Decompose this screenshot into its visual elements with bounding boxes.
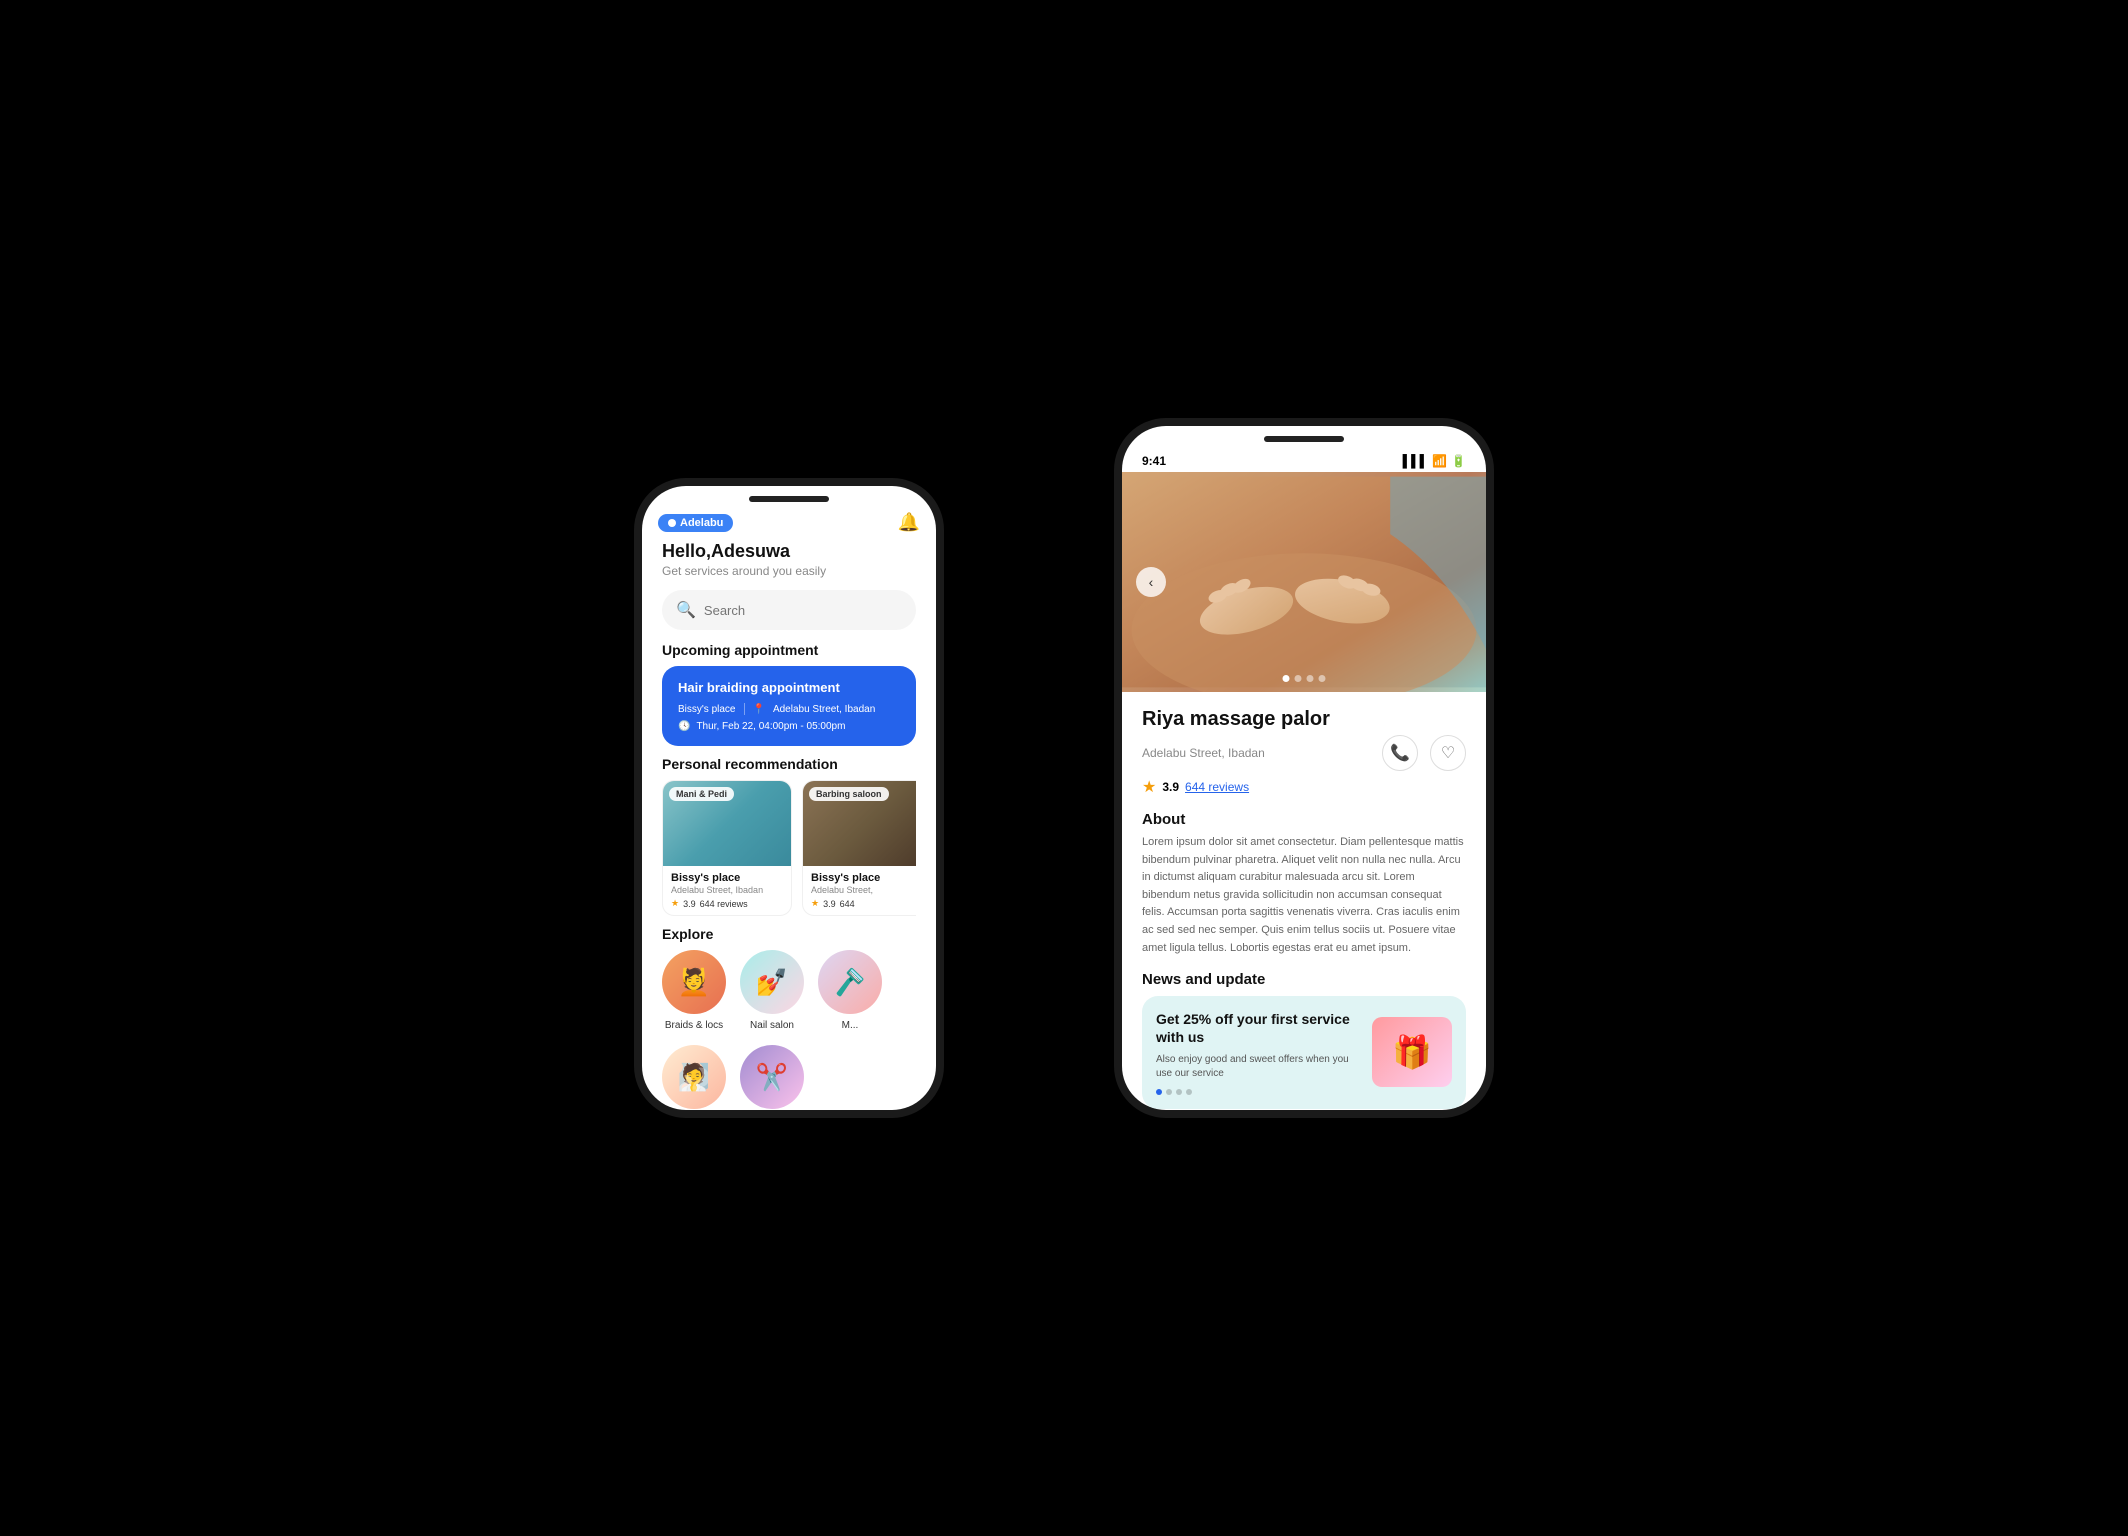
rec-tag-1: Mani & Pedi bbox=[669, 787, 734, 801]
news-sub: Also enjoy good and sweet offers when yo… bbox=[1156, 1053, 1362, 1081]
rec-rating-1: ★ 3.9 644 reviews bbox=[671, 898, 783, 909]
clock-icon: 🕓 bbox=[678, 721, 690, 732]
appointment-card[interactable]: Hair braiding appointment Bissy's place … bbox=[662, 666, 916, 746]
favorite-button[interactable]: ♡ bbox=[1430, 735, 1466, 771]
rating-row: ★ 3.9 644 reviews bbox=[1142, 777, 1466, 797]
news-section: News and update Get 25% off your first s… bbox=[1142, 971, 1466, 1108]
hero-svg bbox=[1122, 472, 1486, 692]
explore-row-2: 🧖 ✂️ bbox=[662, 1045, 916, 1109]
rec-card-2[interactable]: Barbing saloon Bissy's place Adelabu Str… bbox=[802, 780, 916, 916]
status-bar-left: Adelabu 🔔 bbox=[642, 506, 936, 537]
business-name: Riya massage palor bbox=[1142, 708, 1466, 731]
rec-name-1: Bissy's place bbox=[671, 872, 783, 884]
dot-2 bbox=[1295, 675, 1302, 682]
star-icon-2: ★ bbox=[811, 898, 819, 909]
explore-item-braids[interactable]: 💆 Braids & locs bbox=[662, 950, 726, 1031]
star-icon-1: ★ bbox=[671, 898, 679, 909]
rec-info-1: Bissy's place Adelabu Street, Ibadan ★ 3… bbox=[663, 866, 791, 915]
rec-img-1: Mani & Pedi bbox=[663, 781, 791, 866]
explore-label-braids: Braids & locs bbox=[665, 1020, 723, 1031]
left-screen: Hello,Adesuwa Get services around you ea… bbox=[642, 537, 936, 1110]
appt-meta: Bissy's place 📍 Adelabu Street, Ibadan bbox=[678, 703, 900, 715]
appt-place: Bissy's place bbox=[678, 704, 736, 715]
search-icon: 🔍 bbox=[676, 600, 696, 620]
notification-icon[interactable]: 🔔 bbox=[898, 512, 920, 533]
right-screen: ‹ Riya massage palor Adelabu Street, Iba… bbox=[1122, 472, 1486, 1110]
search-input[interactable] bbox=[704, 603, 902, 618]
news-dot-1 bbox=[1156, 1089, 1162, 1095]
news-image: 🎁 bbox=[1372, 1017, 1452, 1087]
recommendation-title: Personal recommendation bbox=[662, 756, 916, 772]
explore-circle-5: ✂️ bbox=[740, 1045, 804, 1109]
news-dot-4 bbox=[1186, 1089, 1192, 1095]
upcoming-section-title: Upcoming appointment bbox=[662, 642, 916, 658]
wifi-icon: 📶 bbox=[1432, 454, 1447, 468]
status-time: 9:41 bbox=[1142, 454, 1166, 468]
back-button[interactable]: ‹ bbox=[1136, 567, 1166, 597]
rec-address-1: Adelabu Street, Ibadan bbox=[671, 885, 783, 895]
rec-card-1[interactable]: Mani & Pedi Bissy's place Adelabu Street… bbox=[662, 780, 792, 916]
location-icon-appt: 📍 bbox=[753, 704, 765, 715]
news-dot-2 bbox=[1166, 1089, 1172, 1095]
dot-4 bbox=[1319, 675, 1326, 682]
rec-info-2: Bissy's place Adelabu Street, ★ 3.9 644 bbox=[803, 866, 916, 915]
rating-num: 3.9 bbox=[1162, 780, 1179, 794]
explore-row: 💆 Braids & locs 💅 Nail salon 🪒 M... bbox=[662, 950, 916, 1031]
explore-label-nail: Nail salon bbox=[750, 1020, 794, 1031]
greeting-name: Hello,Adesuwa bbox=[662, 541, 916, 562]
news-dot-3 bbox=[1176, 1089, 1182, 1095]
detail-row: Adelabu Street, Ibadan 📞 ♡ bbox=[1142, 735, 1466, 771]
about-text: Lorem ipsum dolor sit amet consectetur. … bbox=[1142, 834, 1466, 957]
news-card[interactable]: Get 25% off your first service with us A… bbox=[1142, 996, 1466, 1108]
location-label: Adelabu bbox=[680, 517, 723, 529]
left-phone: Adelabu 🔔 Hello,Adesuwa Get services aro… bbox=[634, 478, 944, 1118]
explore-item-5[interactable]: ✂️ bbox=[740, 1045, 804, 1109]
detail-content: Riya massage palor Adelabu Street, Ibada… bbox=[1122, 692, 1486, 1110]
signal-icon: ▌▌▌ bbox=[1403, 454, 1429, 468]
about-title: About bbox=[1142, 811, 1466, 828]
explore-circle-braids: 💆 bbox=[662, 950, 726, 1014]
explore-item-4[interactable]: 🧖 bbox=[662, 1045, 726, 1109]
right-phone: 9:41 ▌▌▌ 📶 🔋 bbox=[1114, 418, 1494, 1118]
search-bar[interactable]: 🔍 bbox=[662, 590, 916, 630]
hero-image: ‹ bbox=[1122, 472, 1486, 692]
news-dots bbox=[1156, 1089, 1362, 1095]
location-pill[interactable]: Adelabu bbox=[658, 514, 733, 532]
star-icon-main: ★ bbox=[1142, 777, 1156, 797]
explore-circle-more: 🪒 bbox=[818, 950, 882, 1014]
rec-tag-2: Barbing saloon bbox=[809, 787, 889, 801]
dot-3 bbox=[1307, 675, 1314, 682]
rec-img-2: Barbing saloon bbox=[803, 781, 916, 866]
status-icons: ▌▌▌ 📶 🔋 bbox=[1403, 454, 1466, 468]
rec-name-2: Bissy's place bbox=[811, 872, 916, 884]
explore-title: Explore bbox=[662, 926, 916, 942]
recommendation-row: Mani & Pedi Bissy's place Adelabu Street… bbox=[662, 780, 916, 916]
appt-address: Adelabu Street, Ibadan bbox=[773, 704, 875, 715]
appt-title: Hair braiding appointment bbox=[678, 680, 900, 695]
news-headline: Get 25% off your first service with us bbox=[1156, 1010, 1362, 1046]
status-bar-right: 9:41 ▌▌▌ 📶 🔋 bbox=[1122, 446, 1486, 472]
explore-label-more: M... bbox=[842, 1020, 859, 1031]
explore-item-nail[interactable]: 💅 Nail salon bbox=[740, 950, 804, 1031]
phone-button[interactable]: 📞 bbox=[1382, 735, 1418, 771]
reviews-link[interactable]: 644 reviews bbox=[1185, 780, 1249, 794]
greeting-sub: Get services around you easily bbox=[662, 564, 916, 578]
explore-circle-nail: 💅 bbox=[740, 950, 804, 1014]
explore-circle-4: 🧖 bbox=[662, 1045, 726, 1109]
rec-address-2: Adelabu Street, bbox=[811, 885, 916, 895]
action-buttons: 📞 ♡ bbox=[1382, 735, 1466, 771]
explore-item-more[interactable]: 🪒 M... bbox=[818, 950, 882, 1031]
news-text-block: Get 25% off your first service with us A… bbox=[1156, 1010, 1362, 1094]
news-title: News and update bbox=[1142, 971, 1466, 988]
rec-rating-2: ★ 3.9 644 bbox=[811, 898, 916, 909]
image-dots bbox=[1283, 675, 1326, 682]
battery-icon: 🔋 bbox=[1451, 454, 1466, 468]
appt-time: 🕓 Thur, Feb 22, 04:00pm - 05:00pm bbox=[678, 721, 900, 732]
business-address: Adelabu Street, Ibadan bbox=[1142, 746, 1265, 760]
dot-1 bbox=[1283, 675, 1290, 682]
